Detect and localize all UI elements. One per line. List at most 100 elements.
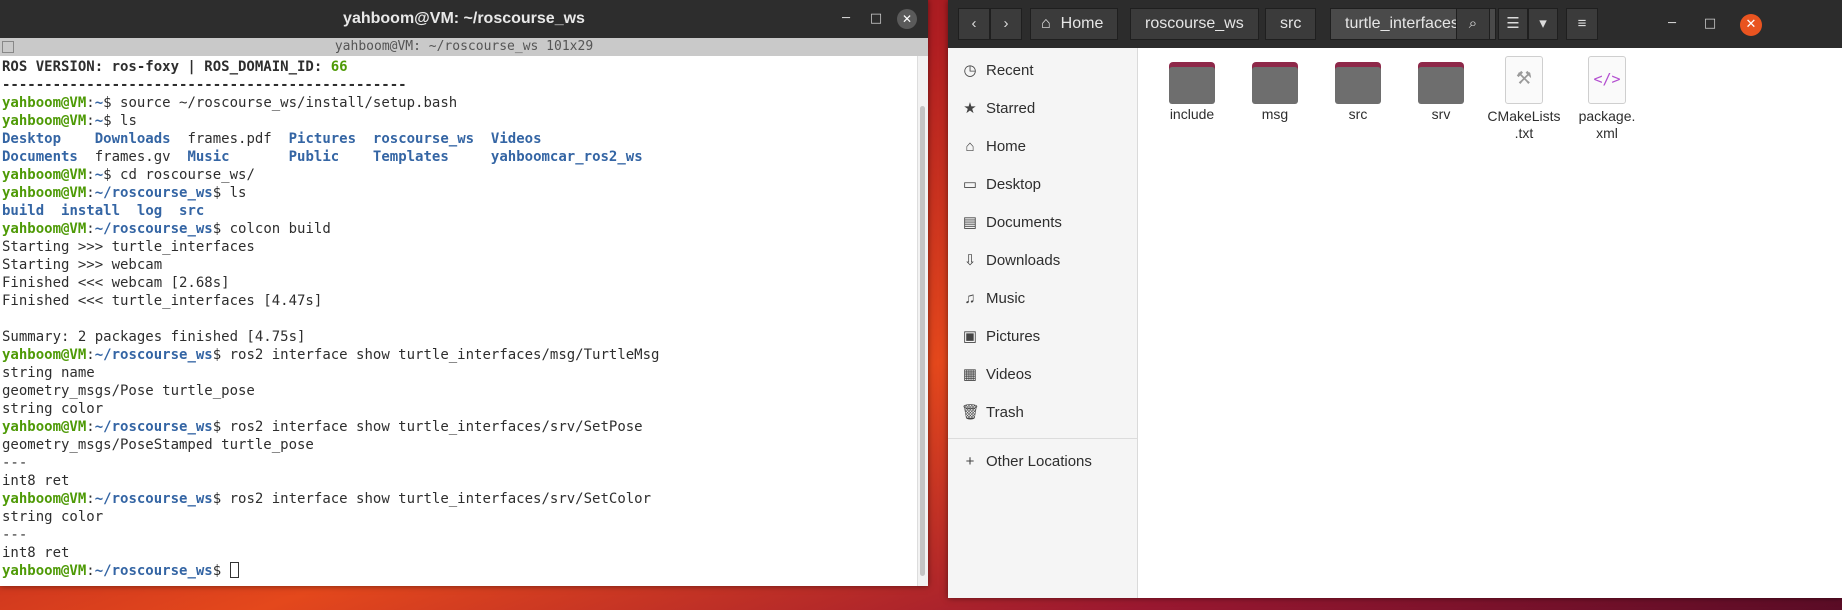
terminal-window[interactable]: yahboom@VM: ~/roscourse_ws ─ □ ✕ yahboom… <box>0 0 928 586</box>
close-button[interactable]: ✕ <box>1740 14 1762 36</box>
terminal-text: Music <box>187 149 230 165</box>
sidebar-item-trash[interactable]: 🗑 Trash <box>948 394 1137 432</box>
terminal-line: --- <box>2 454 920 472</box>
file-item-label: CMakeLists .txt <box>1487 108 1561 141</box>
terminal-output[interactable]: ROS VERSION: ros-foxy | ROS_DOMAIN_ID: 6… <box>0 56 920 588</box>
close-button[interactable]: ✕ <box>897 9 917 29</box>
files-window[interactable]: ‹ › ⌂ Home roscourse_ws src turtle_interf… <box>948 0 1842 598</box>
breadcrumb-roscourse-ws[interactable]: roscourse_ws <box>1130 8 1259 40</box>
terminal-line: build install log src <box>2 202 920 220</box>
terminal-text: yahboom@VM <box>2 113 87 129</box>
terminal-line: Documents frames.gv Music Public Templat… <box>2 148 920 166</box>
sidebar-item-downloads[interactable]: ⇩ Downloads <box>948 242 1137 280</box>
back-button[interactable]: ‹ <box>958 8 990 40</box>
folder-icon <box>1169 62 1215 104</box>
terminal-text: ----------------------------------------… <box>2 77 407 93</box>
view-options-button[interactable]: ▾ <box>1528 8 1558 40</box>
file-item[interactable]: msg <box>1235 54 1315 123</box>
downloads-icon: ⇩ <box>963 252 977 269</box>
terminal-text: $ colcon build <box>212 221 331 237</box>
terminal-text: : <box>86 221 95 237</box>
file-item-label: package. xml <box>1578 108 1636 141</box>
terminal-title: yahboom@VM: ~/roscourse_ws <box>343 10 585 27</box>
file-item-label: src <box>1348 106 1368 122</box>
terminal-text: yahboom@VM <box>2 95 87 111</box>
terminal-line: Desktop Downloads frames.pdf Pictures ro… <box>2 130 920 148</box>
sidebar-item-label: Videos <box>986 366 1032 383</box>
view-list-button[interactable]: ☰ <box>1498 8 1528 40</box>
terminal-line: Summary: 2 packages finished [4.75s] <box>2 328 920 346</box>
terminal-cursor <box>229 562 239 578</box>
sidebar-item-music[interactable]: ♫ Music <box>948 280 1137 318</box>
terminal-text: : <box>86 95 95 111</box>
sidebar-item-recent[interactable]: ◷ Recent <box>948 52 1137 90</box>
maximize-button[interactable]: □ <box>866 9 886 29</box>
file-item[interactable]: include <box>1152 54 1232 123</box>
sidebar-item-desktop[interactable]: ▭ Desktop <box>948 166 1137 204</box>
maximize-button[interactable]: □ <box>1700 14 1720 34</box>
file-view[interactable]: include msg src srv ⚒ CMakeLists .txt </> packa… <box>1138 48 1842 598</box>
terminal-tab-label: yahboom@VM: ~/roscourse_ws 101x29 <box>334 39 594 54</box>
sidebar-item-videos[interactable]: ▦ Videos <box>948 356 1137 394</box>
sidebar-item-pictures[interactable]: ▣ Pictures <box>948 318 1137 356</box>
places-sidebar[interactable]: ◷ Recent ★ Starred ⌂ Home ▭ Desktop ▤ Documents ⇩ D… <box>948 48 1138 598</box>
file-item[interactable]: src <box>1318 54 1398 123</box>
terminal-line: string name <box>2 364 920 382</box>
minimize-button[interactable]: ─ <box>1662 14 1682 34</box>
terminal-text: $ ros2 interface show turtle_interfaces/… <box>212 347 660 363</box>
file-item-label: include <box>1169 106 1215 122</box>
terminal-line: ROS VERSION: ros-foxy | ROS_DOMAIN_ID: 6… <box>2 58 920 76</box>
file-item[interactable]: </> package. xml <box>1567 54 1647 142</box>
terminal-text: int8 ret <box>2 545 70 561</box>
resize-grip-icon <box>2 41 14 53</box>
terminal-text: ~ <box>94 113 104 129</box>
scrollbar-thumb[interactable] <box>920 106 925 576</box>
terminal-text: : <box>86 185 95 201</box>
terminal-text: ~/roscourse_ws <box>94 347 213 363</box>
terminal-text: yahboom@VM <box>2 221 87 237</box>
sidebar-item-other-locations[interactable]: + Other Locations <box>948 443 1137 481</box>
terminal-text: src <box>179 203 205 219</box>
terminal-text: geometry_msgs/PoseStamped turtle_pose <box>2 437 314 453</box>
menu-button[interactable]: ≡ <box>1566 8 1598 40</box>
trash-icon: 🗑 <box>961 404 981 421</box>
terminal-line: geometry_msgs/PoseStamped turtle_pose <box>2 436 920 454</box>
terminal-text: $ ros2 interface show turtle_interfaces/… <box>212 419 643 435</box>
breadcrumb-label: turtle_interfaces <box>1345 15 1459 32</box>
forward-button[interactable]: › <box>990 8 1022 40</box>
sidebar-item-starred[interactable]: ★ Starred <box>948 90 1137 128</box>
terminal-text: Videos <box>490 131 542 147</box>
terminal-text: yahboom@VM <box>2 185 87 201</box>
breadcrumb-home[interactable]: ⌂ Home <box>1030 8 1119 40</box>
sidebar-item-home[interactable]: ⌂ Home <box>948 128 1137 166</box>
minimize-button[interactable]: ─ <box>836 9 856 29</box>
files-headerbar[interactable]: ‹ › ⌂ Home roscourse_ws src turtle_interf… <box>948 0 1842 48</box>
plus-icon: + <box>965 453 975 470</box>
terminal-text: : <box>86 113 95 129</box>
terminal-text: Finished <<< turtle_interfaces [4.47s] <box>2 293 323 309</box>
documents-icon: ▤ <box>962 214 978 231</box>
terminal-text: build <box>2 203 45 219</box>
search-button[interactable]: ⌕ <box>1456 8 1490 40</box>
music-icon: ♫ <box>964 290 976 307</box>
terminal-titlebar[interactable]: yahboom@VM: ~/roscourse_ws ─ □ ✕ <box>0 0 928 38</box>
terminal-text: 66 <box>330 59 348 75</box>
terminal-text: $ cd roscourse_ws/ <box>103 167 255 183</box>
breadcrumb-src[interactable]: src <box>1265 8 1317 40</box>
sidebar-item-label: Recent <box>986 62 1034 79</box>
file-item[interactable]: ⚒ CMakeLists .txt <box>1484 54 1564 142</box>
terminal-text: roscourse_ws <box>372 131 475 147</box>
file-item[interactable]: srv <box>1401 54 1481 123</box>
terminal-text: yahboom@VM <box>2 419 87 435</box>
terminal-text: : <box>86 419 95 435</box>
terminal-text: log <box>136 203 163 219</box>
terminal-scrollbar[interactable] <box>917 56 928 586</box>
terminal-text: yahboom@VM <box>2 167 87 183</box>
pictures-icon: ▣ <box>962 328 978 345</box>
sidebar-item-documents[interactable]: ▤ Documents <box>948 204 1137 242</box>
